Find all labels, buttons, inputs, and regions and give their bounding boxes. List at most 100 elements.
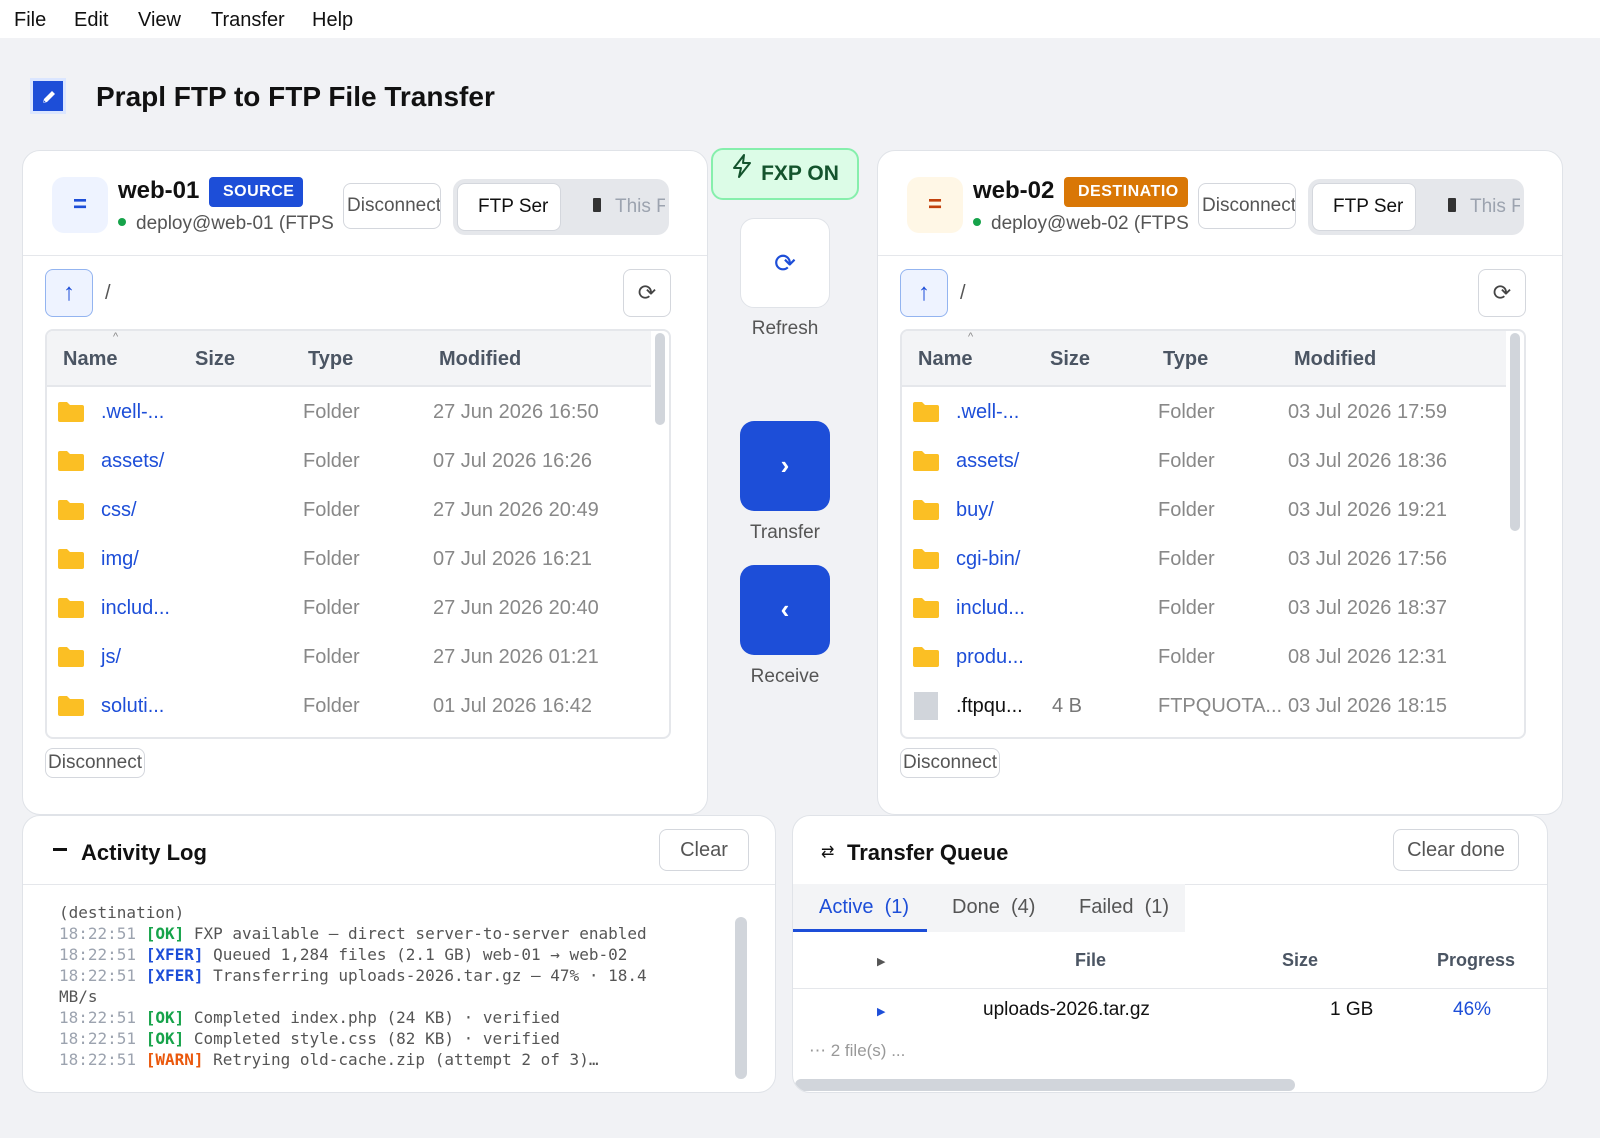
menu-bar: File Edit View Transfer Help <box>0 0 1600 38</box>
destination-server-name: web-02 <box>973 177 1055 204</box>
file-row[interactable]: assets/Folder 03 Jul 2026 18:36 <box>902 438 1506 487</box>
source-mode-this-pc[interactable]: This F <box>573 183 665 231</box>
connected-dot-icon <box>118 217 126 226</box>
destination-disconnect-button[interactable]: Disconnect <box>1198 183 1296 229</box>
file-row[interactable]: js/Folder 27 Jun 2026 01:21 <box>47 634 651 683</box>
file-row[interactable]: img/Folder 07 Jul 2026 16:21 <box>47 536 651 585</box>
destination-refresh-button[interactable]: ⟳ <box>1478 269 1526 317</box>
destination-server-icon: = <box>907 177 963 233</box>
log-timestamp: 18:22:51 <box>59 924 137 943</box>
file-row[interactable]: .ftpqu... 4 B FTPQUOTA... 03 Jul 2026 18:15 <box>902 683 1506 732</box>
column-size[interactable]: Size <box>195 348 235 371</box>
file-row[interactable]: css/Folder 27 Jun 2026 20:49 <box>47 487 651 536</box>
source-bottom-disconnect-button[interactable]: Disconnect <box>45 748 145 778</box>
queue-more-files: ⋯ 2 file(s) ... <box>809 1041 906 1060</box>
fxp-status-badge[interactable]: FXP ON <box>711 148 859 200</box>
source-refresh-button[interactable]: ⟳ <box>623 269 671 317</box>
file-type: Folder <box>303 499 360 521</box>
log-icon <box>53 848 67 851</box>
file-modified: 03 Jul 2026 18:37 <box>1288 597 1448 619</box>
source-path: / <box>105 282 111 304</box>
folder-icon <box>913 500 939 520</box>
device-icon <box>1448 197 1456 212</box>
source-disconnect-button[interactable]: Disconnect <box>343 183 441 229</box>
file-size: 4 B <box>1052 695 1083 717</box>
transfer-button[interactable]: › <box>740 421 830 511</box>
destination-list-scrollbar[interactable] <box>1510 333 1520 531</box>
log-message: FXP available — direct server-to-server … <box>193 924 647 943</box>
log-line: 18:22:51 [OK] Completed index.php (24 KB… <box>59 1007 739 1028</box>
log-message: (destination) <box>59 903 185 922</box>
file-row[interactable]: buy/Folder 03 Jul 2026 19:21 <box>902 487 1506 536</box>
file-name: assets/ <box>101 450 165 472</box>
receive-button[interactable]: ‹ <box>740 565 830 655</box>
refresh-label: Refresh <box>751 318 819 339</box>
destination-mode-this-pc[interactable]: This F <box>1428 183 1520 231</box>
clear-log-button[interactable]: Clear <box>659 829 749 871</box>
menu-edit[interactable]: Edit <box>74 9 108 32</box>
file-modified: 03 Jul 2026 18:36 <box>1288 450 1448 472</box>
source-panel: = web-01 SOURCE deploy@web-01 (FTPS Disc… <box>22 150 708 815</box>
file-row[interactable]: soluti... Folder 01 Jul 2026 16:42 <box>47 683 651 732</box>
column-type[interactable]: Type <box>308 348 353 371</box>
activity-log-card: Activity Log Clear (destination) 18:22:51… <box>22 815 776 1093</box>
file-type: Folder <box>1158 646 1215 668</box>
menu-help[interactable]: Help <box>312 9 353 32</box>
source-list-scrollbar[interactable] <box>655 333 665 425</box>
expand-all-icon[interactable]: ▶ <box>877 955 885 968</box>
file-name: cgi-bin/ <box>956 548 1021 570</box>
folder-icon <box>913 451 939 471</box>
menu-file[interactable]: File <box>14 9 46 32</box>
column-modified[interactable]: Modified <box>439 348 521 371</box>
column-modified[interactable]: Modified <box>1294 348 1376 371</box>
file-type: Folder <box>1158 401 1215 423</box>
column-name[interactable]: Name <box>63 348 117 371</box>
folder-icon <box>58 500 84 520</box>
file-row[interactable]: includ... Folder 03 Jul 2026 18:37 <box>902 585 1506 634</box>
menu-transfer[interactable]: Transfer <box>211 9 285 32</box>
file-row[interactable]: produ... Folder 08 Jul 2026 12:31 <box>902 634 1506 683</box>
queue-column-size: Size <box>1282 950 1319 970</box>
expand-row-icon[interactable]: ▶ <box>877 1005 885 1018</box>
refresh-both-button[interactable]: ⟳ <box>740 218 830 308</box>
source-badge: SOURCE <box>209 177 303 207</box>
source-list-header: ^ Name Size Type Modified <box>47 331 651 387</box>
destination-bottom-disconnect-button[interactable]: Disconnect <box>900 748 1000 778</box>
tab-failed[interactable]: Failed (1) <box>1079 896 1169 919</box>
refresh-icon: ⟳ <box>774 248 796 278</box>
source-mode-ftp-server[interactable]: FTP Ser <box>457 183 561 231</box>
destination-up-button[interactable]: ↑ <box>900 269 948 317</box>
file-modified: 03 Jul 2026 19:21 <box>1288 499 1448 521</box>
folder-icon <box>58 402 84 422</box>
file-name: .ftpqu... <box>956 695 1023 717</box>
log-level-tag: [XFER] <box>145 966 204 985</box>
column-size[interactable]: Size <box>1050 348 1090 371</box>
connected-dot-icon <box>973 217 981 226</box>
queue-tabs: Active (1) Done (4) Failed (1) <box>793 884 1185 932</box>
file-modified: 07 Jul 2026 16:26 <box>433 450 593 472</box>
folder-icon <box>913 647 939 667</box>
source-up-button[interactable]: ↑ <box>45 269 93 317</box>
destination-mode-ftp-server[interactable]: FTP Ser <box>1312 183 1416 231</box>
refresh-icon: ⟳ <box>637 280 657 305</box>
tab-active[interactable]: Active (1) <box>819 896 909 919</box>
file-name: buy/ <box>956 499 994 521</box>
column-name[interactable]: Name <box>918 348 972 371</box>
log-timestamp: 18:22:51 <box>59 945 137 964</box>
file-type: Folder <box>303 695 360 717</box>
folder-icon <box>913 549 939 569</box>
column-type[interactable]: Type <box>1163 348 1208 371</box>
file-name: assets/ <box>956 450 1020 472</box>
file-row[interactable]: .well-... Folder 03 Jul 2026 17:59 <box>902 389 1506 438</box>
file-row[interactable]: assets/Folder 07 Jul 2026 16:26 <box>47 438 651 487</box>
divider <box>878 255 1562 256</box>
menu-view[interactable]: View <box>138 9 181 32</box>
clear-done-button[interactable]: Clear done <box>1393 829 1519 871</box>
file-row[interactable]: cgi-bin/Folder 03 Jul 2026 17:56 <box>902 536 1506 585</box>
destination-badge: DESTINATIO <box>1064 177 1188 207</box>
log-scrollbar[interactable] <box>735 917 747 1079</box>
queue-horizontal-scrollbar[interactable] <box>795 1079 1295 1091</box>
tab-done[interactable]: Done (4) <box>952 896 1035 919</box>
file-row[interactable]: .well-... Folder 27 Jun 2026 16:50 <box>47 389 651 438</box>
file-row[interactable]: includ... Folder 27 Jun 2026 20:40 <box>47 585 651 634</box>
